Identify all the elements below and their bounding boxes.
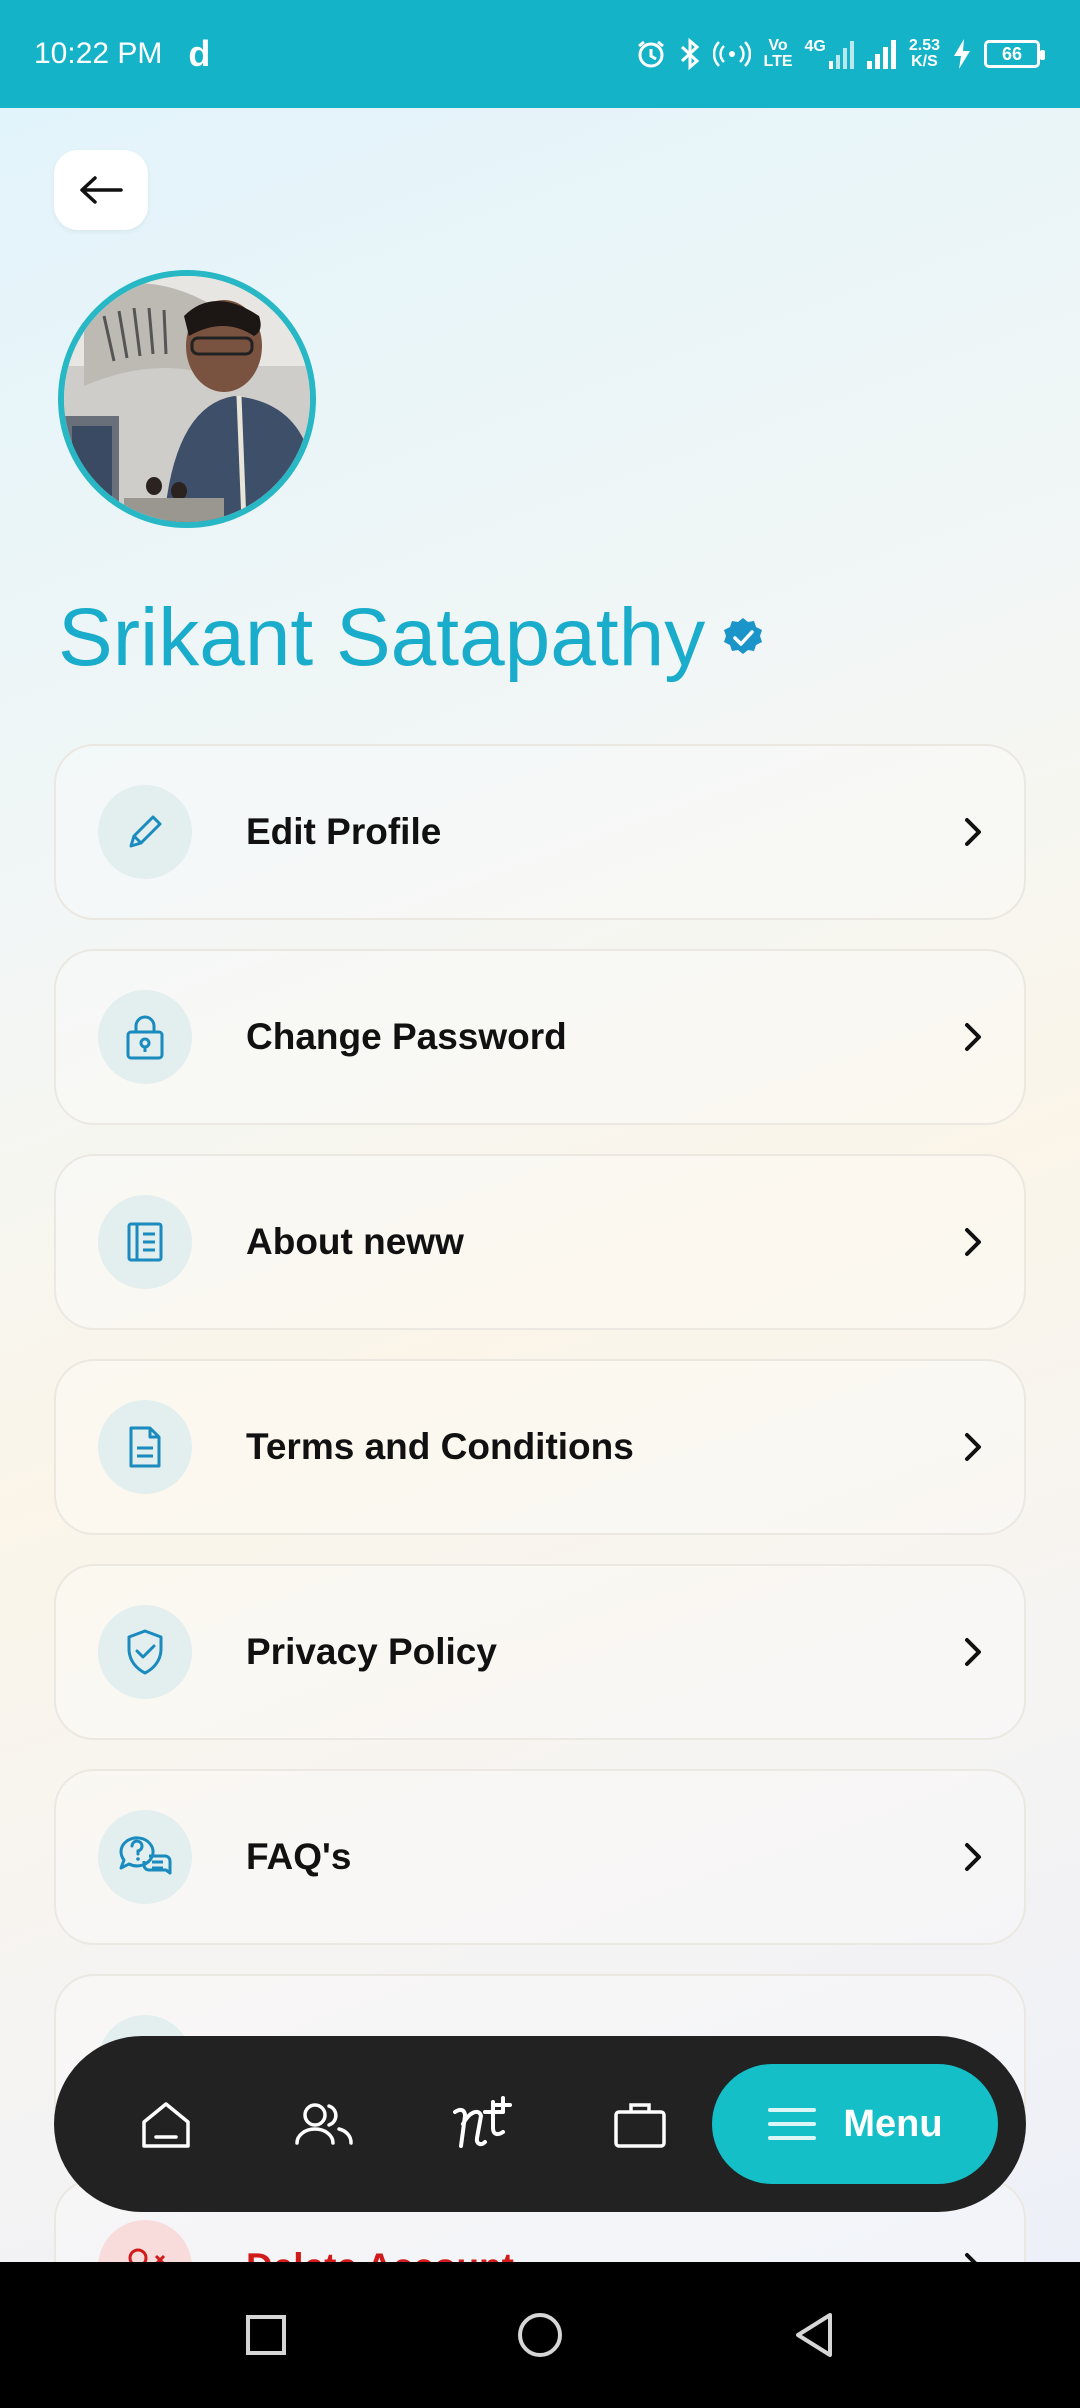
shield-check-icon [127, 1629, 163, 1675]
user-remove-icon [128, 2248, 166, 2262]
chevron-right-icon [958, 1432, 988, 1462]
chevron-right-icon [958, 1637, 988, 1667]
menu-label-edit-profile: Edit Profile [246, 811, 442, 852]
status-right: Vo LTE 4G 2.53 K/S 66 [635, 37, 1045, 70]
brand-logo-icon [453, 2096, 512, 2148]
signal-bars-icon-2 [866, 40, 896, 69]
notebook-icon [127, 1222, 163, 1262]
profile-name-row: Srikant Satapathy [58, 588, 765, 688]
menu-item-about[interactable]: About neww [54, 1154, 1026, 1330]
notebook-icon-wrap [98, 1195, 192, 1289]
chevron-right-icon [958, 1227, 988, 1257]
signal-bars-icon [828, 41, 854, 69]
menu-label-about: About neww [246, 1221, 464, 1262]
avatar[interactable] [58, 270, 316, 528]
status-bar: 10:22 PM d Vo LTE 4G 2.53 K/S 66 [0, 0, 1080, 108]
lock-icon [126, 1015, 164, 1060]
arrow-left-icon [80, 176, 123, 204]
bluetooth-icon [681, 38, 700, 70]
menu-item-faq[interactable]: FAQ's [54, 1769, 1026, 1945]
people-icon [295, 2103, 353, 2145]
document-icon-wrap [98, 1400, 192, 1494]
network-speed: 2.53 K/S [908, 37, 940, 70]
chevron-right-icon [958, 817, 988, 847]
nav-briefcase[interactable] [600, 2084, 680, 2164]
nav-people[interactable] [284, 2084, 364, 2164]
pencil-icon [129, 815, 162, 848]
app-notification-icon: d [188, 33, 211, 74]
menu-item-privacy[interactable]: Privacy Policy [54, 1564, 1026, 1740]
chevron-right-icon [958, 1022, 988, 1052]
verified-badge-icon [724, 618, 763, 654]
chat-question-icon [119, 1836, 172, 1875]
home-circle-icon[interactable] [516, 2311, 564, 2359]
volte-indicator: Vo LTE [763, 37, 793, 70]
briefcase-icon [614, 2103, 666, 2148]
avatar-photo [64, 276, 310, 522]
lock-icon-wrap [98, 990, 192, 1084]
shield-check-icon-wrap [98, 1605, 192, 1699]
menu-label-faq: FAQ's [246, 1836, 352, 1877]
profile-screen: Srikant Satapathy Edit Profile Change Pa… [0, 108, 1080, 2262]
menu-item-change-password[interactable]: Change Password [54, 949, 1026, 1125]
profile-name: Srikant Satapathy [58, 592, 706, 683]
menu-item-edit-profile[interactable]: Edit Profile [54, 744, 1026, 920]
alarm-icon [638, 40, 665, 68]
menu-label-terms: Terms and Conditions [246, 1426, 634, 1467]
status-left: 10:22 PM d [34, 33, 210, 75]
status-time: 10:22 PM [34, 37, 163, 70]
menu-label-delete-account: Delete Account [246, 2246, 958, 2262]
charging-icon [954, 39, 970, 69]
menu-item-terms[interactable]: Terms and Conditions [54, 1359, 1026, 1535]
recents-icon[interactable] [244, 2313, 288, 2357]
system-nav-bar [0, 2262, 1080, 2408]
chevron-right-icon [958, 2252, 988, 2262]
pencil-icon-wrap [98, 785, 192, 879]
bottom-nav: Menu [54, 2036, 1026, 2212]
menu-button[interactable]: Menu [712, 2064, 998, 2184]
back-triangle-icon[interactable] [792, 2311, 836, 2359]
home-icon [142, 2102, 190, 2148]
chat-question-icon-wrap [98, 1810, 192, 1904]
hotspot-icon [713, 41, 752, 67]
battery-indicator: 66 [984, 40, 1045, 68]
menu-button-label: Menu [843, 2102, 943, 2145]
signal-4g: 4G [805, 39, 855, 69]
document-icon [129, 1426, 161, 1468]
menu-label-change-password: Change Password [246, 1016, 567, 1057]
nav-home[interactable] [126, 2084, 206, 2164]
hamburger-icon [768, 2108, 817, 2140]
menu-label-privacy: Privacy Policy [246, 1631, 497, 1672]
nav-brand[interactable] [442, 2084, 522, 2164]
user-remove-icon-wrap [98, 2220, 192, 2262]
back-button[interactable] [54, 150, 148, 230]
chevron-right-icon [958, 1842, 988, 1872]
